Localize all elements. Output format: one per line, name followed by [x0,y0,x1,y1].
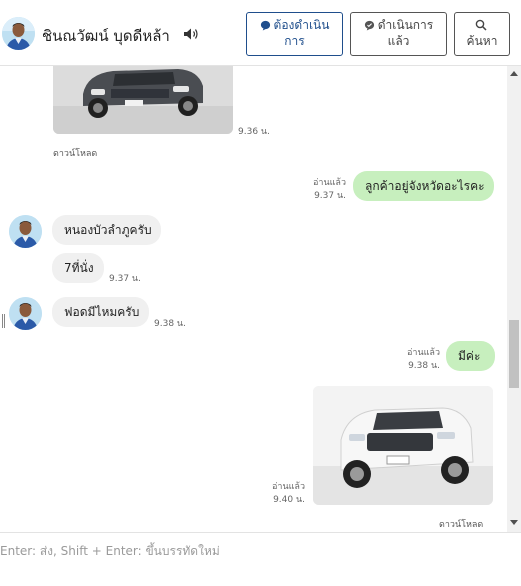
m2-read-label: อ่านแล้ว [313,178,346,188]
check-bubble-icon [364,20,374,31]
search-button[interactable]: ค้นหา [454,12,510,56]
pending-label-2: การ [284,34,305,48]
m1-download-link[interactable]: ดาวน์โหลด [53,146,97,160]
sender-avatar[interactable] [9,297,42,330]
m6-read-label: อ่านแล้ว [407,348,440,358]
outgoing-image-everest[interactable] [313,386,493,505]
m7-time: 9.40 น. [273,495,305,505]
chat-header: ชินณวัฒน์ บุดดีหล้า ต้องดำเนิน การ ดำเนิ… [0,0,521,66]
scroll-up-arrow-icon[interactable] [510,71,518,76]
search-icon [475,19,487,31]
done-label-2: แล้ว [387,34,410,48]
message-composer [0,532,521,586]
m6-time: 9.38 น. [408,361,440,371]
pending-button[interactable]: ต้องดำเนิน การ [246,12,343,56]
m7-read-label: อ่านแล้ว [272,482,305,492]
pending-label-1: ต้องดำเนิน [273,18,330,32]
scroll-down-arrow-icon[interactable] [510,520,518,525]
chat-messages[interactable]: 9.36 น. ดาวน์โหลด อ่านแล้ว 9.37 น. ลูกค้… [0,66,507,532]
speaker-icon[interactable] [183,27,199,41]
done-button[interactable]: ดำเนินการ แล้ว [350,12,447,56]
m4-time: 9.37 น. [109,274,141,284]
contact-name: ชินณวัฒน์ บุดดีหล้า [42,27,170,45]
resize-handle[interactable] [2,314,5,328]
m3-incoming-bubble: หนองบัวลำภูครับ [52,215,161,245]
done-label-1: ดำเนินการ [377,18,434,32]
m1-time: 9.36 น. [238,127,270,137]
search-label: ค้นหา [466,34,498,48]
scroll-thumb[interactable] [509,320,519,388]
m2-read-status: อ่านแล้ว 9.37 น. [300,177,346,203]
m7-download-link[interactable]: ดาวน์โหลด [439,517,483,531]
m5-time: 9.38 น. [154,319,186,329]
m6-read-status: อ่านแล้ว 9.38 น. [394,347,440,373]
m2-time: 9.37 น. [314,191,346,201]
message-input[interactable] [0,539,500,563]
m2-outgoing-bubble: ลูกค้าอยู่จังหวัดอะไรคะ [353,171,494,201]
m5-incoming-bubble: ฟอดมีไหมครับ [52,297,149,327]
m6-outgoing-bubble: มีค่ะ [446,341,495,371]
m4-incoming-bubble: 7ที่นั่ง [52,253,104,283]
contact-avatar[interactable] [2,17,35,50]
sender-avatar[interactable] [9,215,42,248]
chat-scrollbar[interactable] [507,66,521,532]
incoming-image-pajero[interactable] [53,66,233,134]
m7-read-status: อ่านแล้ว 9.40 น. [259,481,305,507]
chat-bubble-icon [260,20,270,31]
